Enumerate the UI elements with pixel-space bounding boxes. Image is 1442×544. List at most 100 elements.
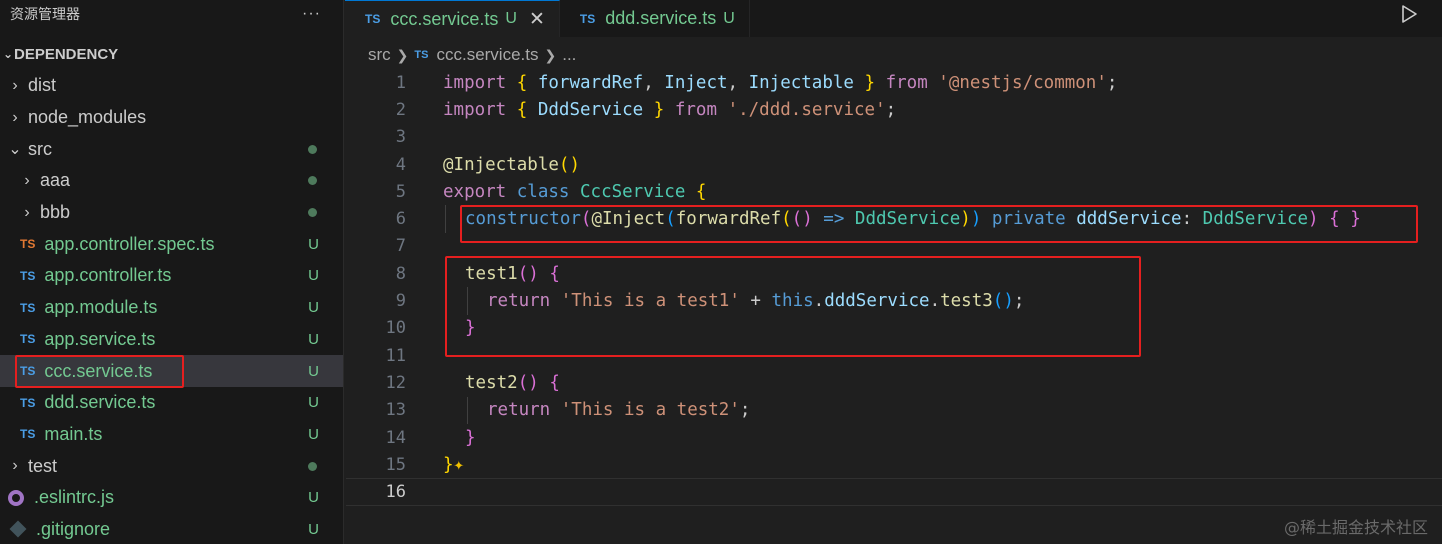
- tree-item-label: bbb: [40, 202, 71, 223]
- code-line-current[interactable]: 16: [346, 478, 1442, 506]
- indent-guide: [445, 205, 446, 233]
- git-status-badge: U: [308, 299, 319, 317]
- tree-item-label: dist: [28, 75, 57, 96]
- tree-item[interactable]: TS app.controller.spec.ts U: [0, 228, 343, 260]
- line-number: 3: [395, 127, 406, 148]
- git-icon: [9, 520, 27, 538]
- tree-item[interactable]: TS app.module.ts U: [0, 292, 343, 324]
- git-status-badge: U: [308, 235, 319, 253]
- chevron-right-icon: ❯: [396, 46, 409, 63]
- modified-dot-icon: [308, 208, 317, 218]
- typescript-icon: TS: [579, 11, 596, 26]
- line-number: 16: [385, 482, 406, 503]
- breadcrumb-folder[interactable]: src: [368, 45, 391, 65]
- code-line[interactable]: 4 @Injectable(): [346, 151, 1442, 178]
- git-status-badge: U: [308, 267, 319, 285]
- tree-item[interactable]: ⌄ src: [0, 133, 343, 165]
- tree-item-label: node_modules: [28, 107, 147, 128]
- tree-item[interactable]: TS ddd.service.ts U: [0, 387, 343, 419]
- typescript-icon: TS: [20, 268, 36, 283]
- tree-item[interactable]: › aaa: [0, 165, 343, 197]
- typescript-icon: TS: [414, 49, 429, 61]
- indent-guide: [467, 396, 468, 424]
- typescript-icon: TS: [20, 395, 36, 410]
- line-number: 10: [385, 318, 406, 339]
- tree-item[interactable]: › bbb: [0, 197, 343, 229]
- typescript-icon: TS: [20, 237, 36, 252]
- code-line[interactable]: 3: [346, 124, 1442, 151]
- chevron-right-icon: ›: [12, 108, 18, 126]
- tree-item-label: .gitignore: [36, 518, 111, 539]
- code-line[interactable]: 15 }✦: [346, 451, 1442, 478]
- code-text: export class CccService {: [443, 181, 707, 202]
- chevron-down-icon: ⌄: [8, 141, 22, 159]
- tree-item[interactable]: › test: [0, 450, 343, 482]
- tree-item[interactable]: › dist: [0, 70, 343, 102]
- close-icon[interactable]: ✕: [529, 8, 545, 31]
- git-status-badge: U: [308, 520, 319, 538]
- tree-item-label: ddd.service.ts: [44, 392, 156, 413]
- eslint-icon: [8, 489, 24, 506]
- explorer-sidebar: 资源管理器 ··· ⌄ DEPENDENCY › dist › node_module…: [0, 0, 344, 544]
- git-status-badge: U: [308, 489, 319, 507]
- tree-item[interactable]: TS app.controller.ts U: [0, 260, 343, 292]
- tab-ddd-service[interactable]: TS ddd.service.ts U: [560, 0, 750, 37]
- tree-item[interactable]: TS app.service.ts U: [0, 324, 343, 356]
- breadcrumb-symbol[interactable]: ...: [562, 45, 576, 65]
- tree-item[interactable]: .gitignore U: [0, 514, 343, 544]
- code-line[interactable]: 13 return 'This is a test2';: [346, 396, 1442, 424]
- code-line[interactable]: 14 }: [346, 424, 1442, 451]
- tab-ccc-service[interactable]: TS ccc.service.ts U ✕: [345, 0, 560, 37]
- line-number: 2: [395, 99, 406, 120]
- modified-dot-icon: [308, 176, 317, 186]
- line-number: 15: [385, 454, 406, 475]
- tree-item-label: test: [28, 455, 58, 476]
- tree-item-label: app.module.ts: [44, 297, 158, 318]
- tab-status: U: [505, 10, 517, 27]
- breadcrumb-file[interactable]: ccc.service.ts: [436, 45, 538, 65]
- code-text: @Injectable(): [443, 154, 580, 175]
- code-text: }: [465, 427, 476, 448]
- chevron-right-icon: ›: [24, 203, 30, 221]
- code-text: }✦: [443, 454, 465, 475]
- tab-status: U: [723, 9, 735, 27]
- tree-item-label: .eslintrc.js: [34, 487, 115, 508]
- git-status-badge: U: [308, 362, 319, 380]
- chevron-right-icon: ›: [12, 76, 18, 94]
- tree-item[interactable]: .eslintrc.js U: [0, 482, 343, 514]
- tree-item[interactable]: TS main.ts U: [0, 419, 343, 451]
- line-number: 12: [385, 372, 406, 393]
- code-line[interactable]: 12 test2() {: [346, 369, 1442, 396]
- tab-label: ccc.service.ts: [390, 8, 499, 29]
- workspace-name: DEPENDENCY: [14, 45, 119, 63]
- modified-dot-icon: [308, 144, 317, 154]
- code-text: import { forwardRef, Inject, Injectable …: [443, 72, 1118, 93]
- tree-item-label: app.controller.spec.ts: [44, 233, 215, 254]
- tree-item-label: app.controller.ts: [44, 265, 172, 286]
- line-number: 1: [395, 72, 406, 93]
- chevron-down-icon: ⌄: [2, 47, 14, 61]
- line-number: 6: [395, 209, 406, 230]
- play-icon[interactable]: [1400, 4, 1418, 24]
- git-status-badge: U: [308, 330, 319, 348]
- tree-item-label: main.ts: [44, 423, 103, 444]
- tab-label: ddd.service.ts: [605, 8, 717, 28]
- breadcrumb: src ❯ TS ccc.service.ts ❯ ...: [368, 42, 576, 68]
- more-actions-icon[interactable]: ···: [302, 5, 321, 23]
- sparkle-icon[interactable]: ✦: [454, 455, 465, 475]
- code-line[interactable]: 2 import { DddService } from './ddd.serv…: [346, 96, 1442, 123]
- code-line[interactable]: 1 import { forwardRef, Inject, Injectabl…: [346, 69, 1442, 96]
- line-number: 13: [385, 400, 406, 421]
- workspace-section-header[interactable]: ⌄ DEPENDENCY: [0, 41, 343, 67]
- annotation-box-constructor: [460, 205, 1418, 243]
- chevron-right-icon: ›: [12, 457, 18, 475]
- chevron-right-icon: ❯: [544, 46, 557, 63]
- code-line[interactable]: 5 export class CccService {: [346, 178, 1442, 205]
- tree-item[interactable]: › node_modules: [0, 102, 343, 134]
- line-number: 11: [385, 345, 406, 366]
- line-number: 7: [395, 236, 406, 257]
- tree-item-label: app.service.ts: [44, 328, 156, 349]
- file-tree: › dist › node_modules ⌄ src › aaa › bbb TS app.cont…: [0, 70, 343, 544]
- explorer-title: 资源管理器: [10, 6, 80, 23]
- annotation-box-file: [15, 355, 184, 388]
